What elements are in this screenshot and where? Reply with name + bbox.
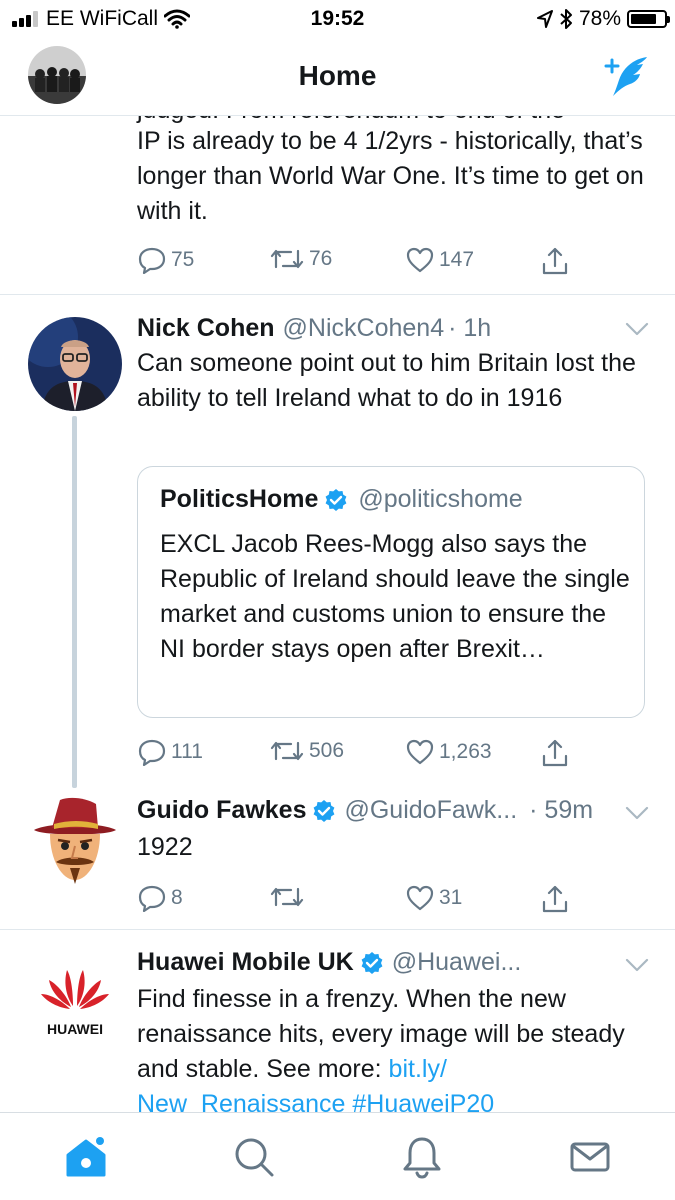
chevron-down-icon[interactable] (625, 322, 649, 336)
tweet-link-hashtag[interactable]: New_Renaissance #HuaweiP20 (137, 1090, 494, 1112)
tweet-text-body: Find finesse in a frenzy. When the new r… (137, 985, 625, 1083)
timeline-feed[interactable]: judged. From referendum to end of the IP… (0, 116, 675, 1112)
tweet-author[interactable]: Huawei Mobile UK @Huawei... (137, 948, 521, 977)
reply-count: 111 (171, 740, 203, 763)
retweet-button[interactable]: 76 (269, 246, 332, 272)
author-handle: @Huawei... (391, 948, 522, 976)
search-icon[interactable] (232, 1135, 276, 1179)
like-count: 31 (439, 886, 463, 909)
quoted-tweet-text: EXCL Jacob Rees-Mogg also says the Repub… (160, 530, 630, 663)
reply-button[interactable]: 111 (137, 738, 203, 766)
page-title: Home (298, 60, 377, 91)
quoted-tweet[interactable]: PoliticsHome @politicshome EXCL Jacob Re… (137, 466, 645, 718)
reply-button[interactable]: 8 (137, 884, 183, 912)
verified-badge-icon (314, 799, 335, 822)
retweet-count: 76 (309, 247, 333, 270)
tweet-time: · 1h (448, 314, 492, 342)
profile-avatar[interactable] (28, 46, 86, 104)
quoted-author-name: PoliticsHome (160, 485, 319, 513)
tweet-text: Find finesse in a frenzy. When the new r… (137, 982, 647, 1112)
heart-icon (406, 885, 434, 911)
tweet-actions: 8 31 (137, 884, 637, 914)
retweet-button[interactable]: 506 (269, 738, 344, 764)
battery-percent: 78% (578, 7, 621, 30)
heart-icon (406, 739, 434, 765)
retweet-icon (270, 249, 304, 269)
tweet-text: Can someone point out to him Britain los… (137, 349, 636, 412)
like-count: 147 (439, 248, 475, 271)
retweet-icon (270, 887, 304, 907)
share-icon (542, 247, 568, 275)
reply-count: 8 (171, 886, 183, 909)
status-bar: EE WiFiCall 19:52 78% (0, 0, 675, 38)
home-icon[interactable] (64, 1135, 108, 1179)
battery-icon (627, 10, 670, 28)
carrier-label: EE WiFiCall (46, 7, 159, 30)
reply-icon (138, 885, 166, 912)
tweet[interactable]: judged. From referendum to end of the IP… (0, 116, 675, 294)
verified-badge-icon (361, 951, 383, 974)
share-button[interactable] (541, 884, 569, 914)
tweet-actions: 111 506 1,263 (137, 738, 637, 768)
share-icon (542, 885, 568, 913)
chevron-down-icon[interactable] (625, 806, 649, 820)
share-button[interactable] (541, 246, 569, 276)
bluetooth-icon (560, 9, 572, 29)
chevron-down-icon[interactable] (625, 958, 649, 972)
tweet-link[interactable]: bit.ly/ (389, 1055, 447, 1083)
huawei-logo-text: HUAWEI (47, 1021, 103, 1037)
location-icon (536, 10, 553, 28)
retweet-count: 506 (309, 739, 345, 762)
nav-bar: Home (0, 38, 675, 116)
like-count: 1,263 (439, 740, 492, 763)
quoted-author-handle: @politicshome (358, 485, 523, 513)
huawei-logo[interactable]: HUAWEI (28, 954, 122, 1048)
reply-icon (138, 247, 166, 274)
share-icon (542, 739, 568, 767)
tweet-text: 1922 (137, 833, 193, 861)
tweet-author[interactable]: Nick Cohen @NickCohen4 · 1h (137, 314, 491, 343)
notifications-icon[interactable] (400, 1135, 444, 1179)
author-handle: @NickCohen4 (282, 314, 445, 342)
avatar[interactable] (28, 796, 122, 890)
like-button[interactable]: 147 (405, 246, 474, 274)
author-name: Guido Fawkes (137, 796, 307, 824)
avatar[interactable] (28, 317, 122, 411)
messages-icon[interactable] (568, 1135, 612, 1179)
retweet-icon (270, 741, 304, 761)
wifi-icon (164, 9, 191, 29)
author-handle: @GuidoFawk... (344, 796, 518, 824)
like-button[interactable]: 31 (405, 884, 462, 912)
tab-bar (0, 1112, 675, 1200)
like-button[interactable]: 1,263 (405, 738, 492, 766)
tweet-author[interactable]: Guido Fawkes @GuidoFawk... · 59m (137, 796, 593, 825)
tweet-text: IP is already to be 4 1/2yrs - historica… (137, 127, 644, 225)
verified-badge-icon (325, 488, 347, 511)
author-name: Nick Cohen (137, 314, 275, 342)
signal-icon (12, 11, 40, 27)
share-button[interactable] (541, 738, 569, 768)
reply-icon (138, 739, 166, 766)
retweet-button[interactable] (269, 884, 309, 910)
tweet-time: · 59m (529, 796, 594, 824)
author-name: Huawei Mobile UK (137, 948, 354, 976)
heart-icon (406, 247, 434, 273)
reply-count: 75 (171, 248, 195, 271)
tweet-actions: 75 76 147 (137, 246, 637, 276)
reply-button[interactable]: 75 (137, 246, 194, 274)
compose-tweet-icon[interactable] (603, 54, 649, 98)
tweet-divider (0, 929, 675, 930)
